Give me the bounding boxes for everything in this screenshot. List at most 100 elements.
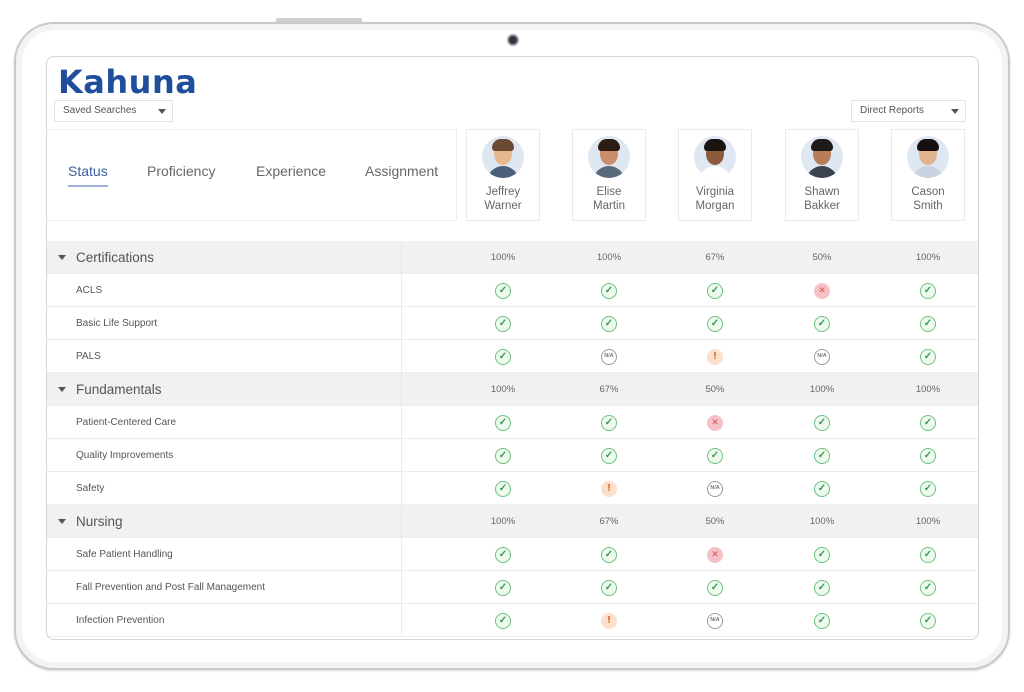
status-cell[interactable]: ✕ [802,274,842,307]
category-percent: 50% [705,384,725,395]
status-cell[interactable]: ✓ [908,406,948,439]
status-cell[interactable]: ✓ [589,538,629,571]
check-circle-icon: ✓ [707,447,723,464]
person-card[interactable]: Jeffrey Warner [466,129,540,221]
table-row: Safe Patient Handling ✓ ✓ ✕ ✓ ✓ [47,538,978,571]
status-cell[interactable]: ! [695,340,735,373]
category-row[interactable]: Fundamentals 100% 67% 50% 100% 100% [47,373,978,406]
status-cell[interactable]: ✓ [695,571,735,604]
item-label: Fall Prevention and Post Fall Management [76,582,265,593]
status-cell[interactable]: ✓ [483,307,523,340]
status-cell[interactable]: ✓ [483,274,523,307]
status-cell[interactable]: ✓ [483,538,523,571]
status-cell[interactable]: ✕ [695,538,735,571]
status-cell[interactable]: ! [589,604,629,637]
status-cell[interactable]: ✓ [483,604,523,637]
status-cell[interactable]: ✓ [908,538,948,571]
category-row[interactable]: Nursing 100% 67% 50% 100% 100% [47,505,978,538]
check-circle-icon: ✓ [601,282,617,299]
check-circle-icon: ✓ [814,480,830,497]
status-cell[interactable]: ✓ [908,439,948,472]
status-cell[interactable]: ✓ [483,406,523,439]
collapse-triangle-icon[interactable] [58,387,66,392]
status-cell[interactable]: ✓ [802,538,842,571]
status-cell[interactable]: ✓ [908,340,948,373]
status-cell[interactable]: N/A [695,604,735,637]
direct-reports-dropdown[interactable]: Direct Reports [851,100,966,122]
category-label: Fundamentals [76,382,162,397]
tab-status[interactable]: Status [68,163,108,187]
status-cell[interactable]: ✓ [695,274,735,307]
category-percent: 67% [705,252,725,263]
row-label-cell: Quality Improvements [47,439,402,471]
status-cell[interactable]: ✕ [695,406,735,439]
status-cell[interactable]: ✓ [802,307,842,340]
x-circle-icon: ✕ [814,282,830,299]
status-cell[interactable]: ✓ [483,340,523,373]
status-cell[interactable]: N/A [695,472,735,505]
person-first-name: Shawn [804,186,840,198]
category-percent: 100% [809,384,835,395]
category-row[interactable]: Certifications 100% 100% 67% 50% 100% [47,241,978,274]
category-percent: 67% [599,384,619,395]
status-grid: Certifications 100% 100% 67% 50% 100% ACLS ✓ ✓ ✓ ✕… [47,241,978,637]
row-label-cell: Basic Life Support [47,307,402,339]
status-cell[interactable]: N/A [589,340,629,373]
avatar [907,136,949,178]
status-cell[interactable]: ✓ [483,571,523,604]
person-first-name: Jeffrey [485,186,521,198]
check-circle-icon: ✓ [814,315,830,332]
status-cell[interactable]: N/A [802,340,842,373]
item-label: Patient-Centered Care [76,417,177,428]
status-cell[interactable]: ✓ [589,406,629,439]
status-cell[interactable]: ✓ [802,406,842,439]
status-cell[interactable]: ✓ [483,472,523,505]
status-cell[interactable]: ✓ [908,307,948,340]
status-cell[interactable]: ✓ [908,604,948,637]
check-circle-icon: ✓ [495,546,511,563]
status-cell[interactable]: ✓ [802,472,842,505]
app-screen: Kahuna Saved Searches Direct Reports Sta… [46,56,979,640]
person-card[interactable]: Elise Martin [572,129,646,221]
tab-experience[interactable]: Experience [256,163,326,185]
person-card[interactable]: Virginia Morgan [678,129,752,221]
tab-assignment[interactable]: Assignment [365,163,438,185]
x-circle-icon: ✕ [707,414,723,431]
view-tabs: Status Proficiency Experience Assignment [47,129,457,221]
status-cell[interactable]: ✓ [695,439,735,472]
row-label-cell: PALS [47,340,402,372]
status-cell[interactable]: ✓ [908,274,948,307]
check-circle-icon: ✓ [920,579,936,596]
chevron-down-icon [951,109,959,114]
check-circle-icon: ✓ [814,612,830,629]
person-card[interactable]: Shawn Bakker [785,129,859,221]
collapse-triangle-icon[interactable] [58,519,66,524]
warning-icon: ! [601,612,617,629]
tab-proficiency[interactable]: Proficiency [147,163,215,185]
check-circle-icon: ✓ [601,546,617,563]
row-label-cell: Fundamentals [47,373,402,405]
item-label: Infection Prevention [76,615,165,626]
saved-searches-dropdown[interactable]: Saved Searches [54,100,173,122]
table-row: Safety ✓! N/A ✓ ✓ [47,472,978,505]
status-cell[interactable]: ✓ [802,439,842,472]
status-cell[interactable]: ✓ [908,571,948,604]
check-circle-icon: ✓ [601,315,617,332]
status-cell[interactable]: ✓ [802,571,842,604]
status-cell[interactable]: ✓ [802,604,842,637]
status-cell[interactable]: ✓ [483,439,523,472]
status-cell[interactable]: ✓ [589,274,629,307]
status-cell[interactable]: ✓ [908,472,948,505]
check-circle-icon: ✓ [920,480,936,497]
collapse-triangle-icon[interactable] [58,255,66,260]
status-cell[interactable]: ! [589,472,629,505]
status-cell[interactable]: ✓ [589,439,629,472]
person-card[interactable]: Cason Smith [891,129,965,221]
status-cell[interactable]: ✓ [695,307,735,340]
status-cell[interactable]: ✓ [589,571,629,604]
check-circle-icon: ✓ [814,414,830,431]
check-circle-icon: ✓ [920,546,936,563]
status-cell[interactable]: ✓ [589,307,629,340]
saved-searches-label: Saved Searches [63,105,137,116]
category-percent: 50% [812,252,832,263]
